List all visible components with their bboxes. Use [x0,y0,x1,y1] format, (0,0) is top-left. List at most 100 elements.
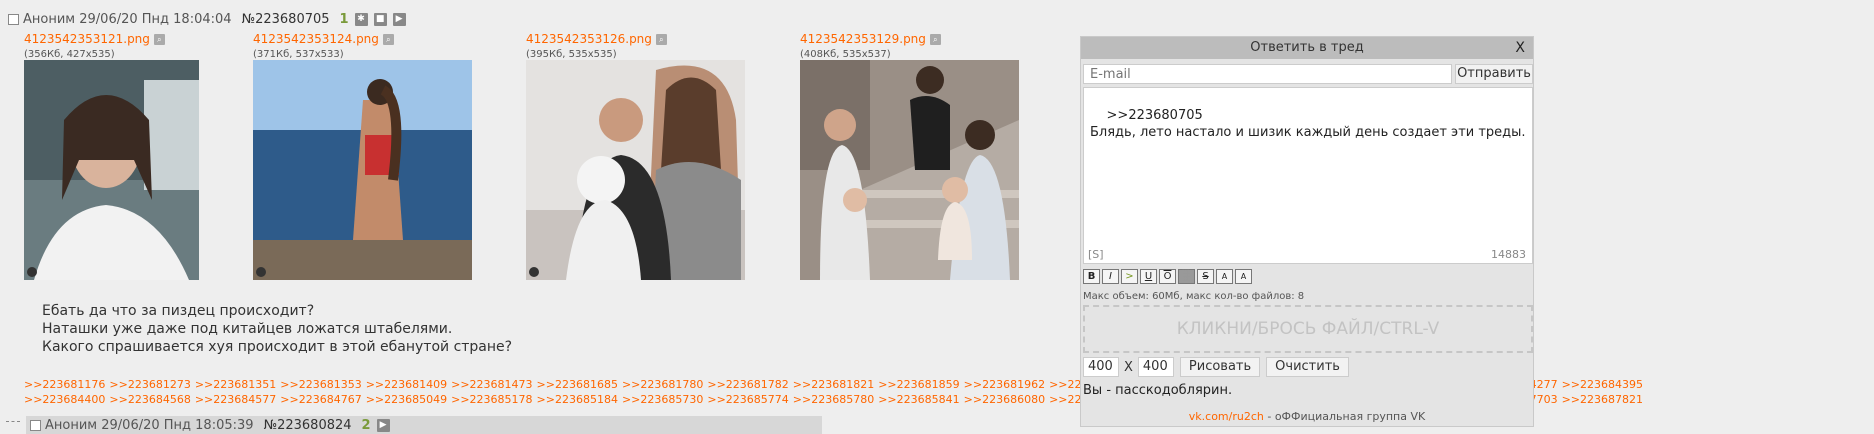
drawing-row: 400 X 400 Рисовать Очистить [1083,357,1349,377]
reply-link[interactable]: >>223685178 [451,393,532,406]
reply-link[interactable]: >>223681962 [964,378,1045,391]
reply-form-title: Ответить в тред [1250,40,1364,55]
reply-link[interactable]: >>223687821 [1562,393,1643,406]
markup-toolbar: B I > U O ▒ S A A [1083,269,1252,284]
file-name-link[interactable]: 4123542353129.png [800,32,926,46]
canvas-height-input[interactable]: 400 [1137,357,1174,377]
reply-link[interactable]: >>223681351 [195,378,276,391]
reply-form-title-bar[interactable]: Ответить в тред X [1081,37,1533,59]
reply-link[interactable]: >>223684767 [280,393,361,406]
thumbnail-image[interactable] [800,60,1019,280]
file-info: 4123542353121.png ⌕ (356Кб, 427x535) [24,32,165,60]
reply-link[interactable]: >>223681176 [24,378,105,391]
file-name-link[interactable]: 4123542353121.png [24,32,150,46]
reply-link[interactable]: >>223681473 [451,378,532,391]
post-date: 29/06/20 Пнд 18:04:04 [79,11,232,27]
message-textarea[interactable]: >>223680705 Блядь, лето настало и шизик … [1083,87,1533,264]
file-meta: (356Кб, 427x535) [24,49,115,60]
file-meta: (371Кб, 537x533) [253,49,344,60]
reply-link[interactable]: >>223681353 [280,378,361,391]
strike-button[interactable]: S [1197,269,1214,284]
char-counter: 14883 [1491,248,1526,261]
reply-form: Ответить в тред X Отправить >>223680705 … [1080,36,1534,427]
italic-button[interactable]: I [1102,269,1119,284]
reply-link[interactable]: >>223681685 [537,378,618,391]
subscript-button[interactable]: A [1216,269,1233,284]
file-name-link[interactable]: 4123542353126.png [526,32,652,46]
file-info: 4123542353129.png ⌕ (408Кб, 535x537) [800,32,941,60]
overline-button[interactable]: O [1159,269,1176,284]
reply-link[interactable]: >>223681273 [109,378,190,391]
comment-line: Какого спрашивается хуя происходит в это… [42,339,513,355]
reply-link[interactable]: >>223681782 [707,378,788,391]
vk-text: - оФФициальная группа VK [1263,410,1426,423]
message-text: >>223680705 Блядь, лето настало и шизик … [1090,108,1526,140]
file-dropzone[interactable]: КЛИКНИ/БРОСЬ ФАЙЛ/CTRL-V [1083,305,1533,353]
spoiler-button[interactable]: ▒ [1178,269,1195,284]
bold-button[interactable]: B [1083,269,1100,284]
post-author: Аноним [23,11,76,27]
reply-link[interactable]: >>223684400 [24,393,105,406]
file-name-link[interactable]: 4123542353124.png [253,32,379,46]
upload-limits: Макс объем: 60Мб, макс кол-во файлов: 8 [1083,291,1305,302]
thumbnail-image[interactable] [253,60,472,280]
reply-link[interactable]: >>223685774 [707,393,788,406]
passcode-status: Вы - пасскодоблярин. [1083,383,1233,398]
search-image-icon[interactable]: ⌕ [382,33,394,45]
reply-link[interactable]: >>223681859 [878,378,959,391]
thread-post-header: Аноним 29/06/20 Пнд 18:05:39 №223680824 … [26,416,822,434]
reply-link[interactable]: >>223684395 [1562,378,1643,391]
comment-line: Ебать да что за пиздец происходит? [42,303,315,319]
reply-link[interactable]: >>223685049 [366,393,447,406]
reply-link[interactable]: >>223681780 [622,378,703,391]
vk-link[interactable]: vk.com/ru2ch [1189,410,1264,423]
thumbnail-image[interactable] [24,60,199,280]
draw-button[interactable]: Рисовать [1179,357,1261,377]
vk-footer: vk.com/ru2ch - оФФициальная группа VK [1081,410,1533,423]
clear-button[interactable]: Очистить [1266,357,1349,377]
thumbnail-image[interactable] [526,60,745,280]
reply-link[interactable]: >>223685780 [793,393,874,406]
file-meta: (395Кб, 535x535) [526,49,617,60]
reply-link[interactable]: >>223685841 [878,393,959,406]
collapse-icon[interactable] [6,421,20,423]
reply-link[interactable]: >>223684577 [195,393,276,406]
reply-link[interactable]: >>223685730 [622,393,703,406]
canvas-width-input[interactable]: 400 [1083,357,1119,377]
reply-link[interactable]: >>223681409 [366,378,447,391]
reply-link[interactable]: >>223681821 [793,378,874,391]
file-meta: (408Кб, 535x537) [800,49,891,60]
replies-count: 1 [339,11,349,27]
search-image-icon[interactable]: ⌕ [929,33,941,45]
send-button[interactable]: Отправить [1455,64,1533,84]
post-header: Аноним 29/06/20 Пнд 18:04:04 №223680705 … [8,10,406,28]
play-icon[interactable]: ▶ [376,418,390,432]
play-icon[interactable]: ▶ [392,12,406,26]
post-select-checkbox[interactable] [30,419,41,431]
search-image-icon[interactable]: ⌕ [655,33,667,45]
sage-toggle[interactable]: [S] [1088,246,1104,263]
underline-button[interactable]: U [1140,269,1157,284]
superscript-button[interactable]: A [1235,269,1252,284]
post-number[interactable]: №223680824 [264,418,352,433]
email-field[interactable] [1083,64,1452,84]
quote-button[interactable]: > [1121,269,1138,284]
hide-icon[interactable]: ✱ [354,12,368,26]
replies-count: 2 [361,417,371,433]
reply-link[interactable]: >>223686080 [964,393,1045,406]
reply-link[interactable]: >>223684568 [109,393,190,406]
file-info: 4123542353124.png ⌕ (371Кб, 537x533) [253,32,394,60]
replies-line: >>223681176 >>223681273 >>223681351 >>22368… [24,377,1874,392]
post-number[interactable]: №223680705 [242,12,330,27]
close-button[interactable]: X [1515,37,1525,59]
post-date: 29/06/20 Пнд 18:05:39 [101,417,254,433]
report-icon[interactable]: ■ [373,12,387,26]
post-select-checkbox[interactable] [8,13,19,25]
size-separator: X [1124,359,1133,375]
replies-line: >>223684400 >>223684568 >>223684577 >>22368… [24,392,1874,407]
post-replies: >>223681176 >>223681273 >>223681351 >>22368… [24,377,1874,407]
post-author: Аноним [45,417,98,433]
search-image-icon[interactable]: ⌕ [153,33,165,45]
reply-link[interactable]: >>223685184 [537,393,618,406]
file-info: 4123542353126.png ⌕ (395Кб, 535x535) [526,32,667,60]
